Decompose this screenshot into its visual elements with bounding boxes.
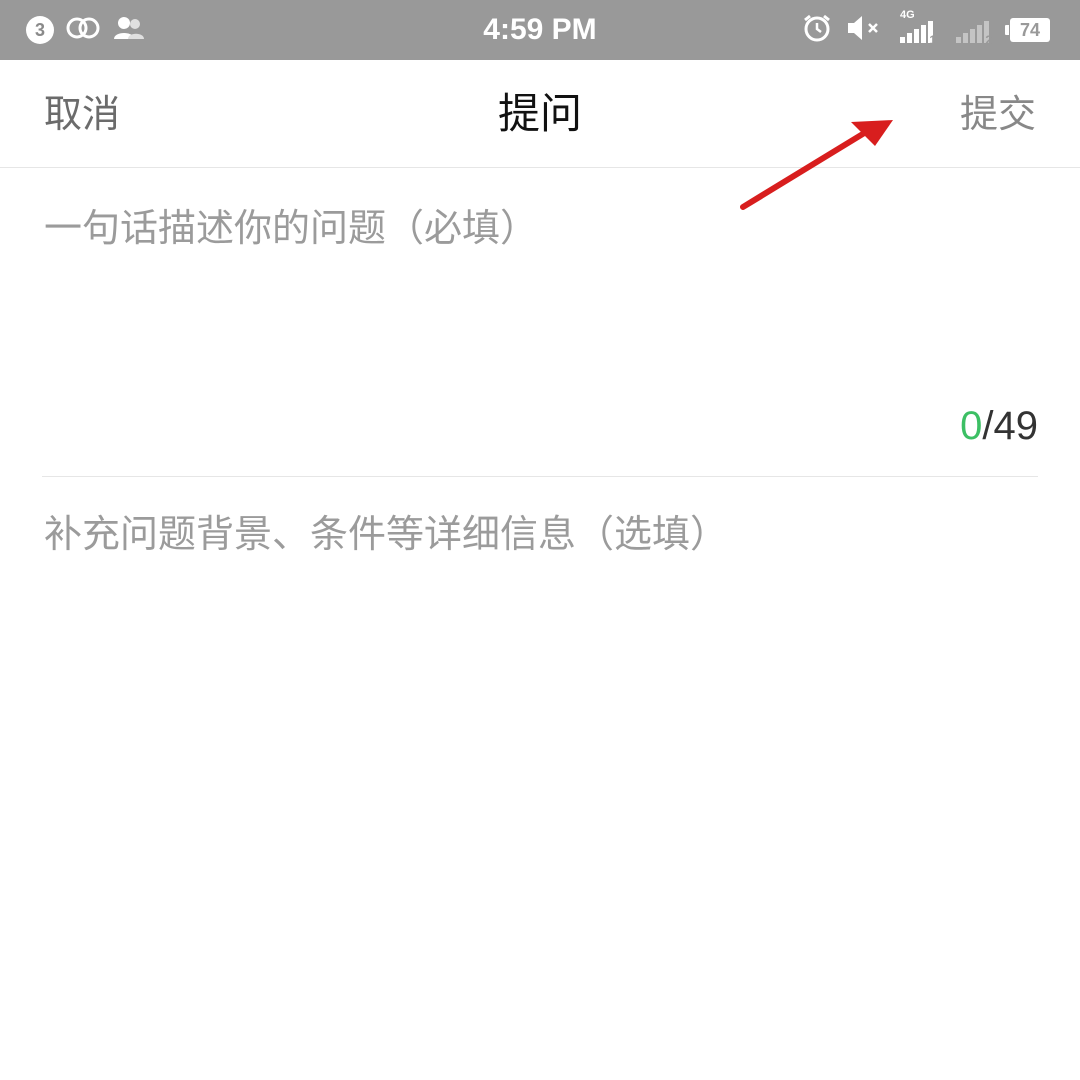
submit-button[interactable]: 提交	[960, 60, 1036, 168]
signal-icon-sim2: 2	[954, 15, 996, 47]
field-divider	[42, 476, 1038, 477]
char-count-max: 49	[993, 404, 1039, 448]
cancel-button[interactable]: 取消	[44, 60, 120, 168]
detail-input[interactable]: 补充问题背景、条件等详细信息（选填）	[44, 504, 1036, 564]
char-count-current: 0	[960, 404, 983, 448]
battery-icon: 74	[1005, 18, 1050, 42]
page-title: 提问	[497, 89, 582, 138]
char-count-separator: /	[982, 404, 994, 448]
nav-bar: 取消 提问 提交	[0, 60, 1080, 168]
status-bar-right: 4G 1 2 74	[802, 0, 1050, 60]
network-type: 4G	[900, 9, 915, 21]
sim1-label: 1	[929, 33, 936, 47]
mute-icon	[846, 14, 884, 46]
status-bar: 3 4:59 PM 4G 1 2 74	[0, 0, 1080, 60]
sim2-label: 2	[985, 33, 992, 47]
signal-icon-sim1: 4G 1	[898, 9, 940, 47]
question-input[interactable]: 一句话描述你的问题（必填）	[44, 198, 1036, 258]
char-counter: 0/49	[960, 396, 1038, 456]
alarm-icon	[802, 13, 832, 47]
